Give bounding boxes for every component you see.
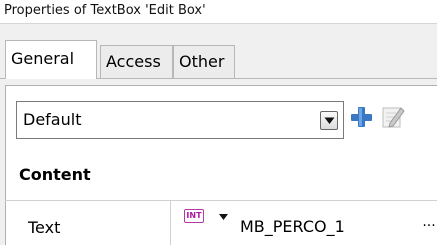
property-label-text: Text xyxy=(28,218,61,237)
property-value-field[interactable]: MB_PERCO_1 xyxy=(240,217,345,236)
property-grid-divider xyxy=(170,200,171,245)
property-grid-line xyxy=(5,200,437,201)
chevron-down-icon xyxy=(324,117,335,124)
style-dropdown[interactable]: Default xyxy=(16,101,344,139)
tab-general-label: General xyxy=(11,49,75,68)
edit-pencil-icon xyxy=(382,107,405,128)
plus-icon xyxy=(351,107,372,127)
tab-other-label: Other xyxy=(179,52,225,71)
tab-access-label: Access xyxy=(106,52,161,71)
tab-other[interactable]: Other xyxy=(173,45,235,78)
tab-access[interactable]: Access xyxy=(100,45,173,78)
window-title: Properties of TextBox 'Edit Box' xyxy=(0,0,437,24)
add-style-button[interactable] xyxy=(349,105,373,129)
edit-style-button[interactable] xyxy=(380,104,406,130)
type-dropdown-chevron-down-icon[interactable] xyxy=(219,214,228,220)
tab-general[interactable]: General xyxy=(5,40,97,79)
style-dropdown-value: Default xyxy=(23,110,82,129)
browse-button[interactable]: ... xyxy=(421,214,437,238)
section-header-content: Content xyxy=(19,165,91,184)
int-type-icon[interactable]: INT xyxy=(184,209,204,223)
dropdown-toggle-button[interactable] xyxy=(320,111,338,130)
